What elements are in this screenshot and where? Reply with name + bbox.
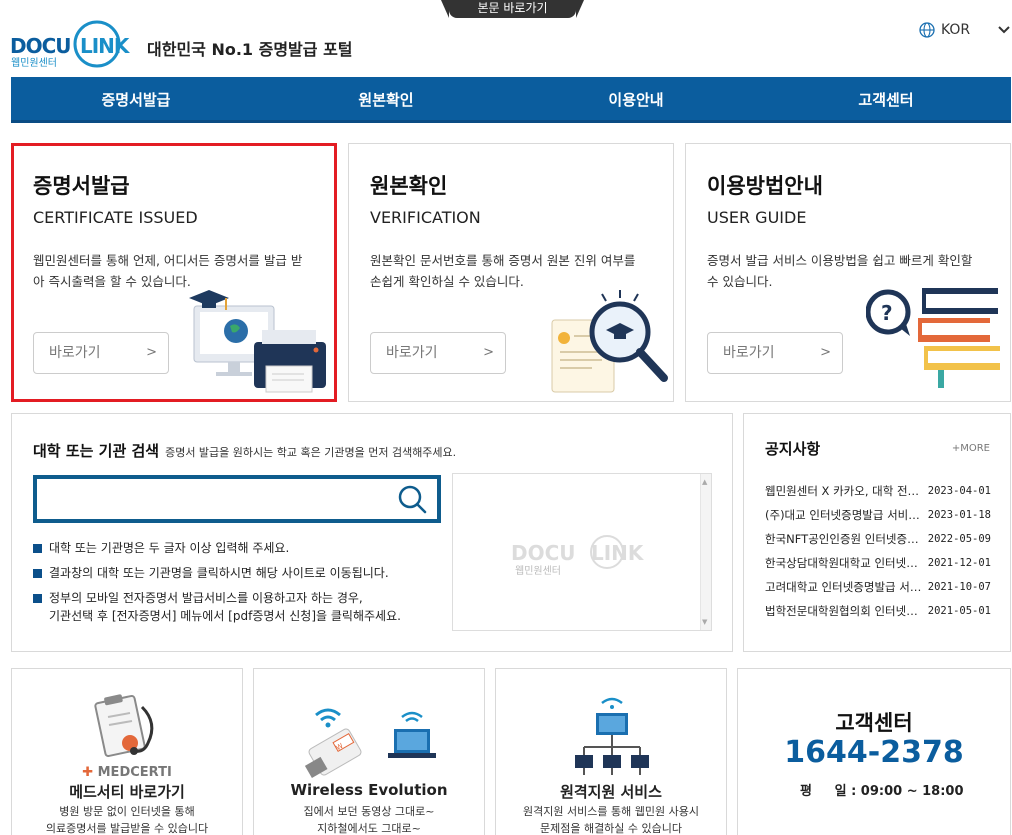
search-title-text: 대학 또는 기관 검색 xyxy=(33,442,160,460)
go-button[interactable]: 바로가기 > xyxy=(33,332,169,374)
tile-remote-support[interactable]: 원격지원 서비스 원격지원 서비스를 통해 웹민원 사용시 문제점을 해결하실 … xyxy=(495,668,727,835)
tile-title: Wireless Evolution xyxy=(290,781,448,799)
tile-desc-line1: 원격지원 서비스를 통해 웹민원 사용시 xyxy=(523,805,699,818)
tile-desc-line2: 문제점을 해결하실 수 있습니다 xyxy=(539,822,683,835)
notice-item-date: 2021-12-01 xyxy=(927,557,991,569)
notice-item[interactable]: 한국NFT공인인증원 인터넷증명발급 2022-05-09 xyxy=(765,527,991,551)
wifi-usb-laptop-icon: W xyxy=(304,708,436,779)
customer-center-panel: 고객센터 1644-2378 평 일 : 09:00 ~ 18:00 xyxy=(737,668,1011,835)
language-selector[interactable]: KOR xyxy=(919,22,1010,38)
tile-medcerti[interactable]: ✚ MEDCERTI 메드서티 바로가기 병원 방문 없이 인터넷을 통해 의료… xyxy=(11,668,243,835)
notice-item-date: 2021-10-07 xyxy=(927,581,991,593)
nav-guide[interactable]: 이용안내 xyxy=(511,77,761,120)
card-user-guide: 이용방법안내 USER GUIDE 증명서 발급 서비스 이용방법을 쉽고 빠르… xyxy=(685,143,1011,402)
notice-more-link[interactable]: +MORE xyxy=(952,443,990,454)
notice-panel: 공지사항 +MORE 웹민원센터 X 카카오, 대학 전자증명서 2023-04-… xyxy=(743,413,1011,652)
notice-item-date: 2022-05-09 xyxy=(927,533,991,545)
nav-certificate-issue[interactable]: 증명서발급 xyxy=(11,77,261,120)
search-input[interactable] xyxy=(45,485,385,513)
medcerti-brand-text: MEDCERTI xyxy=(97,765,172,780)
customer-center-title: 고객센터 xyxy=(835,711,913,735)
svg-text:LINK: LINK xyxy=(591,541,645,565)
note-item: 결과창의 대학 또는 기관명을 클릭하시면 해당 사이트로 이동됩니다. xyxy=(33,565,401,581)
site-tagline: 대한민국 No.1 증명발급 포털 xyxy=(147,40,353,59)
magnifier-document-illustration xyxy=(551,290,668,393)
note-item-continued: 기관선택 후 [전자증명서] 메뉴에서 [pdf증명서 신청]을 클릭해주세요. xyxy=(49,609,401,623)
go-button-label: 바로가기 xyxy=(723,345,775,361)
results-scrollbar[interactable]: ▲ ▼ xyxy=(700,474,711,630)
globe-icon xyxy=(919,22,935,38)
watermark-subtitle: 웹민원센터 xyxy=(515,566,561,577)
arrow-right-icon: > xyxy=(146,345,157,360)
notice-item-date: 2023-04-01 xyxy=(927,485,991,497)
notice-item[interactable]: 웹민원센터 X 카카오, 대학 전자증명서 2023-04-01 xyxy=(765,479,991,503)
computer-printer-illustration xyxy=(189,290,326,393)
notice-item-title: 한국NFT공인인증원 인터넷증명발급 xyxy=(765,532,923,546)
tile-desc-line1: 병원 방문 없이 인터넷을 통해 xyxy=(59,805,195,818)
search-field xyxy=(33,475,441,523)
notice-item-title: 한국상담대학원대학교 인터넷증명발급 xyxy=(765,556,923,570)
notice-item[interactable]: (주)대교 인터넷증명발급 서비스 오픈 2023-01-18 xyxy=(765,503,991,527)
tile-wireless[interactable]: W Wireless Evolution 집에서 보던 동영상 그대로~ 지하철… xyxy=(253,668,485,835)
nav-customer-center[interactable]: 고객센터 xyxy=(761,77,1011,120)
notice-item[interactable]: 한국상담대학원대학교 인터넷증명발급 2021-12-01 xyxy=(765,551,991,575)
tile-title: 원격지원 서비스 xyxy=(560,783,662,801)
note-item: 대학 또는 기관명은 두 글자 이상 입력해 주세요. xyxy=(33,540,401,556)
search-icon[interactable] xyxy=(397,484,427,514)
card-subtitle: USER GUIDE xyxy=(707,208,807,227)
notice-item-date: 2023-01-18 xyxy=(927,509,991,521)
card-certificate-issue: 증명서발급 CERTIFICATE ISSUED 웹민원센터를 통해 언제, 어… xyxy=(11,143,337,402)
skip-to-content-link[interactable]: 본문 바로가기 xyxy=(441,0,584,18)
go-button-label: 바로가기 xyxy=(386,345,438,361)
card-subtitle: CERTIFICATE ISSUED xyxy=(33,208,198,227)
arrow-right-icon: > xyxy=(483,345,494,360)
notice-item-title: 웹민원센터 X 카카오, 대학 전자증명서 xyxy=(765,484,923,498)
notice-item-title: (주)대교 인터넷증명발급 서비스 오픈 xyxy=(765,508,923,522)
network-monitor-icon xyxy=(575,697,649,775)
notice-list: 웹민원센터 X 카카오, 대학 전자증명서 2023-04-01 (주)대교 인터… xyxy=(765,479,991,623)
logo-subtitle: 웹민원센터 xyxy=(11,58,57,69)
svg-text:LINK: LINK xyxy=(80,34,131,58)
tile-title: 메드서티 바로가기 xyxy=(69,783,185,801)
card-title: 이용방법안내 xyxy=(707,174,823,198)
language-label: KOR xyxy=(941,22,971,38)
notice-item-title: 고려대학교 인터넷증명발급 서비스 xyxy=(765,580,923,594)
search-hint: 증명서 발급을 원하시는 학교 혹은 기관명을 먼저 검색해주세요. xyxy=(165,446,457,459)
note-item: 정부의 모바일 전자증명서 발급서비스를 이용하고자 하는 경우, xyxy=(33,590,401,606)
go-button[interactable]: 바로가기 > xyxy=(370,332,506,374)
notice-item[interactable]: 고려대학교 인터넷증명발급 서비스 2021-10-07 xyxy=(765,575,991,599)
customer-center-hours: 평 일 : 09:00 ~ 18:00 xyxy=(800,784,964,799)
search-notes: 대학 또는 기관명은 두 글자 이상 입력해 주세요. 결과창의 대학 또는 기… xyxy=(33,540,401,633)
main-navigation: 증명서발급 원본확인 이용안내 고객센터 xyxy=(11,77,1011,123)
institution-search-panel: 대학 또는 기관 검색 증명서 발급을 원하시는 학교 혹은 기관명을 먼저 검색… xyxy=(11,413,733,652)
medical-clipboard-icon xyxy=(94,694,154,758)
chevron-down-icon xyxy=(998,26,1010,34)
go-button-label: 바로가기 xyxy=(49,345,101,361)
tile-desc-line2: 의료증명서를 발급받을 수 있습니다 xyxy=(45,822,209,835)
medcerti-brand: ✚ MEDCERTI xyxy=(82,765,172,780)
nav-verification[interactable]: 원본확인 xyxy=(261,77,511,120)
notice-title: 공지사항 xyxy=(765,440,821,458)
card-title: 원본확인 xyxy=(370,174,448,198)
scroll-down-icon[interactable]: ▼ xyxy=(702,618,707,626)
customer-center-phone[interactable]: 1644-2378 xyxy=(738,735,1010,770)
search-results-box[interactable]: DOCU LINK 웹민원센터 ▲ ▼ xyxy=(452,473,712,631)
tile-desc-line2: 지하철에서도 그대로~ xyxy=(317,822,421,835)
card-verification: 원본확인 VERIFICATION 원본확인 문서번호를 통해 증명서 원본 진… xyxy=(348,143,674,402)
scroll-up-icon[interactable]: ▲ xyxy=(702,478,707,486)
arrow-right-icon: > xyxy=(820,345,831,360)
card-subtitle: VERIFICATION xyxy=(370,208,481,227)
notice-item-title: 법학전문대학원협의회 인터넷증명발급 xyxy=(765,604,923,618)
card-title: 증명서발급 xyxy=(33,174,130,198)
notice-item[interactable]: 법학전문대학원협의회 인터넷증명발급 2021-05-01 xyxy=(765,599,991,623)
notice-item-date: 2021-05-01 xyxy=(927,605,991,617)
search-title: 대학 또는 기관 검색 증명서 발급을 원하시는 학교 혹은 기관명을 먼저 검색… xyxy=(33,440,456,461)
go-button[interactable]: 바로가기 > xyxy=(707,332,843,374)
books-question-illustration: ? xyxy=(866,288,1000,388)
svg-text:?: ? xyxy=(881,301,893,325)
tile-desc-line1: 집에서 보던 동영상 그대로~ xyxy=(303,805,435,818)
